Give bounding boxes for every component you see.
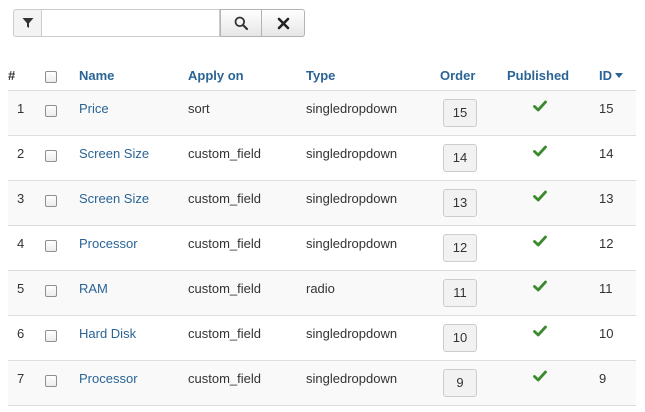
column-header-order[interactable]: Order <box>440 68 475 83</box>
id-value: 13 <box>599 191 614 206</box>
type-value: singledropdown <box>306 326 398 341</box>
order-input[interactable]: 9 <box>443 369 477 397</box>
type-value: singledropdown <box>306 371 398 386</box>
id-value: 10 <box>599 326 614 341</box>
filter-name-link[interactable]: Price <box>79 91 188 116</box>
column-header-published[interactable]: Published <box>507 68 569 83</box>
table-row: 5 RAM custom_field radio 11 11 <box>8 270 636 316</box>
row-checkbox[interactable] <box>45 375 57 387</box>
check-icon <box>533 370 547 382</box>
id-value: 11 <box>599 281 613 296</box>
apply-on-value: sort <box>188 101 210 116</box>
row-checkbox[interactable] <box>45 285 57 297</box>
table-row: 1 Price sort singledropdown 15 15 <box>8 90 636 136</box>
column-header-name[interactable]: Name <box>79 68 114 83</box>
type-value: singledropdown <box>306 191 398 206</box>
order-input[interactable]: 15 <box>443 99 477 127</box>
row-number: 5 <box>17 281 25 296</box>
row-checkbox[interactable] <box>45 105 57 117</box>
column-header-apply-on[interactable]: Apply on <box>188 68 244 83</box>
filter-name-link[interactable]: Screen Size <box>79 181 188 206</box>
check-icon <box>533 145 547 157</box>
table-row: 7 Processor custom_field singledropdown … <box>8 360 636 406</box>
apply-on-value: custom_field <box>188 191 261 206</box>
order-input[interactable]: 12 <box>443 234 477 262</box>
column-header-num: # <box>8 60 41 91</box>
published-toggle[interactable] <box>533 280 599 295</box>
published-toggle[interactable] <box>533 145 599 160</box>
clear-button[interactable] <box>262 9 305 37</box>
order-input[interactable]: 14 <box>443 144 477 172</box>
id-value: 15 <box>599 101 614 116</box>
id-value: 9 <box>599 371 607 386</box>
search-icon <box>234 16 248 30</box>
apply-on-value: custom_field <box>188 146 261 161</box>
filters-list-page: # Name Apply on Type Order Published ID … <box>0 0 645 412</box>
row-checkbox[interactable] <box>45 150 57 162</box>
apply-on-value: custom_field <box>188 371 261 386</box>
order-input[interactable]: 10 <box>443 324 477 352</box>
filter-name-link[interactable]: Hard Disk <box>79 316 188 341</box>
row-number: 7 <box>17 371 25 386</box>
search-button[interactable] <box>220 9 262 37</box>
type-value: radio <box>306 281 335 296</box>
filter-icon <box>13 9 41 37</box>
search-toolbar <box>13 9 305 37</box>
check-icon <box>533 190 547 202</box>
table-row: 2 Screen Size custom_field singledropdow… <box>8 135 636 181</box>
row-checkbox[interactable] <box>45 195 57 207</box>
published-toggle[interactable] <box>533 100 599 115</box>
published-toggle[interactable] <box>533 190 599 205</box>
row-number: 2 <box>17 146 25 161</box>
row-number: 1 <box>17 101 25 116</box>
published-toggle[interactable] <box>533 325 599 340</box>
filter-name-link[interactable]: RAM <box>79 271 188 296</box>
row-checkbox[interactable] <box>45 330 57 342</box>
published-toggle[interactable] <box>533 370 599 385</box>
id-value: 14 <box>599 146 614 161</box>
column-header-type[interactable]: Type <box>306 68 335 83</box>
select-all-checkbox[interactable] <box>45 71 57 83</box>
table-row: 3 Screen Size custom_field singledropdow… <box>8 180 636 226</box>
close-icon <box>277 17 289 29</box>
table-row: 4 Processor custom_field singledropdown … <box>8 225 636 271</box>
apply-on-value: custom_field <box>188 236 261 251</box>
type-value: singledropdown <box>306 146 398 161</box>
filter-name-link[interactable]: Processor <box>79 361 188 386</box>
table-row: 6 Hard Disk custom_field singledropdown … <box>8 315 636 361</box>
filters-table: # Name Apply on Type Order Published ID … <box>8 60 636 406</box>
column-header-id-label: ID <box>599 67 612 83</box>
row-number: 4 <box>17 236 25 251</box>
row-number: 6 <box>17 326 25 341</box>
apply-on-value: custom_field <box>188 281 261 296</box>
row-number: 3 <box>17 191 25 206</box>
check-icon <box>533 100 547 112</box>
order-input[interactable]: 13 <box>443 189 477 217</box>
sort-desc-icon <box>615 72 623 78</box>
order-input[interactable]: 11 <box>443 279 477 307</box>
column-header-id[interactable]: ID <box>599 68 623 83</box>
check-icon <box>533 325 547 337</box>
type-value: singledropdown <box>306 101 398 116</box>
check-icon <box>533 280 547 292</box>
apply-on-value: custom_field <box>188 326 261 341</box>
filter-name-link[interactable]: Screen Size <box>79 136 188 161</box>
table-header-row: # Name Apply on Type Order Published ID <box>8 60 636 91</box>
check-icon <box>533 235 547 247</box>
row-checkbox[interactable] <box>45 240 57 252</box>
search-input[interactable] <box>41 9 220 37</box>
published-toggle[interactable] <box>533 235 599 250</box>
id-value: 12 <box>599 236 614 251</box>
type-value: singledropdown <box>306 236 398 251</box>
filter-name-link[interactable]: Processor <box>79 226 188 251</box>
